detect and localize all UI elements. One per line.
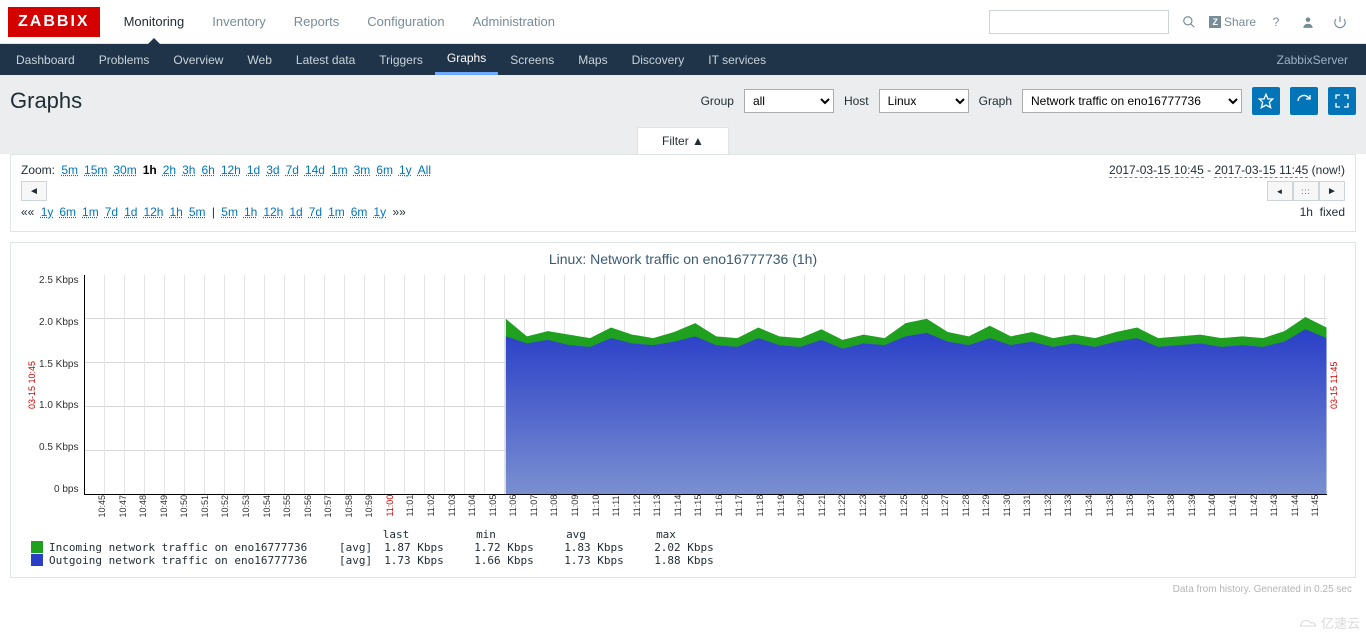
subnav-web[interactable]: Web bbox=[235, 44, 283, 75]
primary-nav: MonitoringInventoryReportsConfigurationA… bbox=[110, 0, 990, 43]
shift-left-12h[interactable]: 12h bbox=[143, 205, 163, 219]
shift-right-1h[interactable]: 1h bbox=[244, 205, 257, 219]
chart-area: 03-15 10:45 2.5 Kbps2.0 Kbps1.5 Kbps1.0 … bbox=[25, 275, 1341, 495]
zoom-1m[interactable]: 1m bbox=[331, 163, 348, 177]
graph-label: Graph bbox=[979, 94, 1012, 108]
nav-inventory[interactable]: Inventory bbox=[198, 0, 279, 43]
group-label: Group bbox=[701, 94, 734, 108]
graph-panel: Linux: Network traffic on eno16777736 (1… bbox=[10, 242, 1356, 578]
chart-legend: last min avg max Incoming network traffi… bbox=[25, 518, 1341, 569]
zoom-5m[interactable]: 5m bbox=[61, 163, 78, 177]
shift-right-1d[interactable]: 1d bbox=[289, 205, 302, 219]
subnav-it-services[interactable]: IT services bbox=[696, 44, 778, 75]
secondary-nav: DashboardProblemsOverviewWebLatest dataT… bbox=[0, 44, 1366, 75]
server-label: ZabbixServer bbox=[1277, 44, 1362, 75]
legend-swatch bbox=[31, 541, 43, 553]
subnav-screens[interactable]: Screens bbox=[498, 44, 566, 75]
shift-right-7d[interactable]: 7d bbox=[309, 205, 322, 219]
time-slider-handle-left[interactable]: ◄ bbox=[1267, 181, 1293, 201]
shift-right-5m[interactable]: 5m bbox=[221, 205, 238, 219]
nav-monitoring[interactable]: Monitoring bbox=[110, 0, 199, 43]
filter-tab-row: Filter ▲ bbox=[0, 127, 1366, 154]
filter-toggle[interactable]: Filter ▲ bbox=[637, 127, 729, 154]
top-bar: ZABBIX MonitoringInventoryReportsConfigu… bbox=[0, 0, 1366, 44]
page-header: Graphs Group all Host Linux Graph Networ… bbox=[0, 75, 1366, 127]
legend-swatch bbox=[31, 554, 43, 566]
chart-plot[interactable] bbox=[84, 275, 1327, 495]
subnav-problems[interactable]: Problems bbox=[87, 44, 162, 75]
shift-right-1m[interactable]: 1m bbox=[328, 205, 345, 219]
y-axis: 2.5 Kbps2.0 Kbps1.5 Kbps1.0 Kbps0.5 Kbps… bbox=[39, 275, 84, 495]
shift-links: «« 1y6m1m7d1d12h1h5m | 5m1h12h1d7d1m6m1y… bbox=[21, 205, 406, 219]
zoom-1d[interactable]: 1d bbox=[247, 163, 260, 177]
shift-left-6m[interactable]: 6m bbox=[59, 205, 76, 219]
nav-reports[interactable]: Reports bbox=[280, 0, 354, 43]
user-icon[interactable] bbox=[1296, 10, 1320, 34]
shift-left-7d[interactable]: 7d bbox=[105, 205, 118, 219]
zoom-6h[interactable]: 6h bbox=[201, 163, 214, 177]
zoom-6m[interactable]: 6m bbox=[376, 163, 393, 177]
zoom-2h[interactable]: 2h bbox=[163, 163, 176, 177]
nav-administration[interactable]: Administration bbox=[459, 0, 569, 43]
shift-right-12h[interactable]: 12h bbox=[263, 205, 283, 219]
shift-right-1y[interactable]: 1y bbox=[373, 205, 386, 219]
zoom-30m[interactable]: 30m bbox=[113, 163, 136, 177]
subnav-maps[interactable]: Maps bbox=[566, 44, 619, 75]
refresh-button[interactable] bbox=[1290, 87, 1318, 115]
shift-left-5m[interactable]: 5m bbox=[189, 205, 206, 219]
shift-left-1m[interactable]: 1m bbox=[82, 205, 99, 219]
x-axis: 10:4510:4710:4810:4910:5010:5110:5210:53… bbox=[97, 495, 1331, 518]
shift-left-1h[interactable]: 1h bbox=[169, 205, 182, 219]
subnav-triggers[interactable]: Triggers bbox=[367, 44, 435, 75]
host-select[interactable]: Linux bbox=[879, 89, 969, 113]
zoom-12h[interactable]: 12h bbox=[221, 163, 241, 177]
share-button[interactable]: Z Share bbox=[1209, 15, 1256, 29]
group-select[interactable]: all bbox=[744, 89, 834, 113]
zoom-All[interactable]: All bbox=[418, 163, 431, 177]
time-range: 2017-03-15 10:45 - 2017-03-15 11:45 (now… bbox=[434, 163, 1345, 177]
shift-left-1d[interactable]: 1d bbox=[124, 205, 137, 219]
subnav-latest-data[interactable]: Latest data bbox=[284, 44, 367, 75]
zoom-3m[interactable]: 3m bbox=[354, 163, 371, 177]
watermark: 亿速云 bbox=[1298, 613, 1360, 632]
chart-title: Linux: Network traffic on eno16777736 (1… bbox=[25, 247, 1341, 275]
zoom-7d[interactable]: 7d bbox=[286, 163, 299, 177]
nav-configuration[interactable]: Configuration bbox=[353, 0, 458, 43]
zoom-links: Zoom: 5m15m30m1h2h3h6h12h1d3d7d14d1m3m6m… bbox=[21, 163, 434, 177]
fullscreen-button[interactable] bbox=[1328, 87, 1356, 115]
time-nav: Zoom: 5m15m30m1h2h3h6h12h1d3d7d14d1m3m6m… bbox=[10, 154, 1356, 232]
x-end-label: 03-15 11:45 bbox=[1327, 275, 1341, 495]
zoom-1y[interactable]: 1y bbox=[399, 163, 412, 177]
legend-row: Incoming network traffic on eno16777736 … bbox=[31, 541, 1335, 554]
zoom-15m[interactable]: 15m bbox=[84, 163, 107, 177]
time-slider-handle-mid[interactable]: ::: bbox=[1293, 181, 1319, 201]
zabbix-z-icon: Z bbox=[1209, 16, 1221, 28]
power-icon[interactable] bbox=[1328, 10, 1352, 34]
help-icon[interactable]: ? bbox=[1264, 10, 1288, 34]
subnav-dashboard[interactable]: Dashboard bbox=[4, 44, 87, 75]
subnav-graphs[interactable]: Graphs bbox=[435, 44, 498, 75]
graph-select[interactable]: Network traffic on eno16777736 bbox=[1022, 89, 1242, 113]
zoom-3h[interactable]: 3h bbox=[182, 163, 195, 177]
page-title: Graphs bbox=[10, 88, 691, 114]
shift-left-1y[interactable]: 1y bbox=[41, 205, 54, 219]
zoom-14d[interactable]: 14d bbox=[305, 163, 325, 177]
zoom-1h[interactable]: 1h bbox=[143, 163, 157, 177]
time-prev-button[interactable]: ◄ bbox=[21, 181, 47, 201]
time-next-button[interactable]: ► bbox=[1319, 181, 1345, 201]
subnav-overview[interactable]: Overview bbox=[161, 44, 235, 75]
logo: ZABBIX bbox=[8, 7, 100, 37]
zoom-3d[interactable]: 3d bbox=[266, 163, 279, 177]
host-label: Host bbox=[844, 94, 869, 108]
search-icon[interactable] bbox=[1177, 10, 1201, 34]
legend-row: Outgoing network traffic on eno16777736 … bbox=[31, 554, 1335, 567]
favorite-button[interactable] bbox=[1252, 87, 1280, 115]
x-start-label: 03-15 10:45 bbox=[25, 275, 39, 495]
top-right: Z Share ? bbox=[989, 10, 1366, 34]
subnav-discovery[interactable]: Discovery bbox=[620, 44, 697, 75]
shift-right-6m[interactable]: 6m bbox=[351, 205, 368, 219]
global-search-input[interactable] bbox=[989, 10, 1169, 34]
footer-note: Data from history. Generated in 0.25 sec bbox=[0, 578, 1366, 601]
